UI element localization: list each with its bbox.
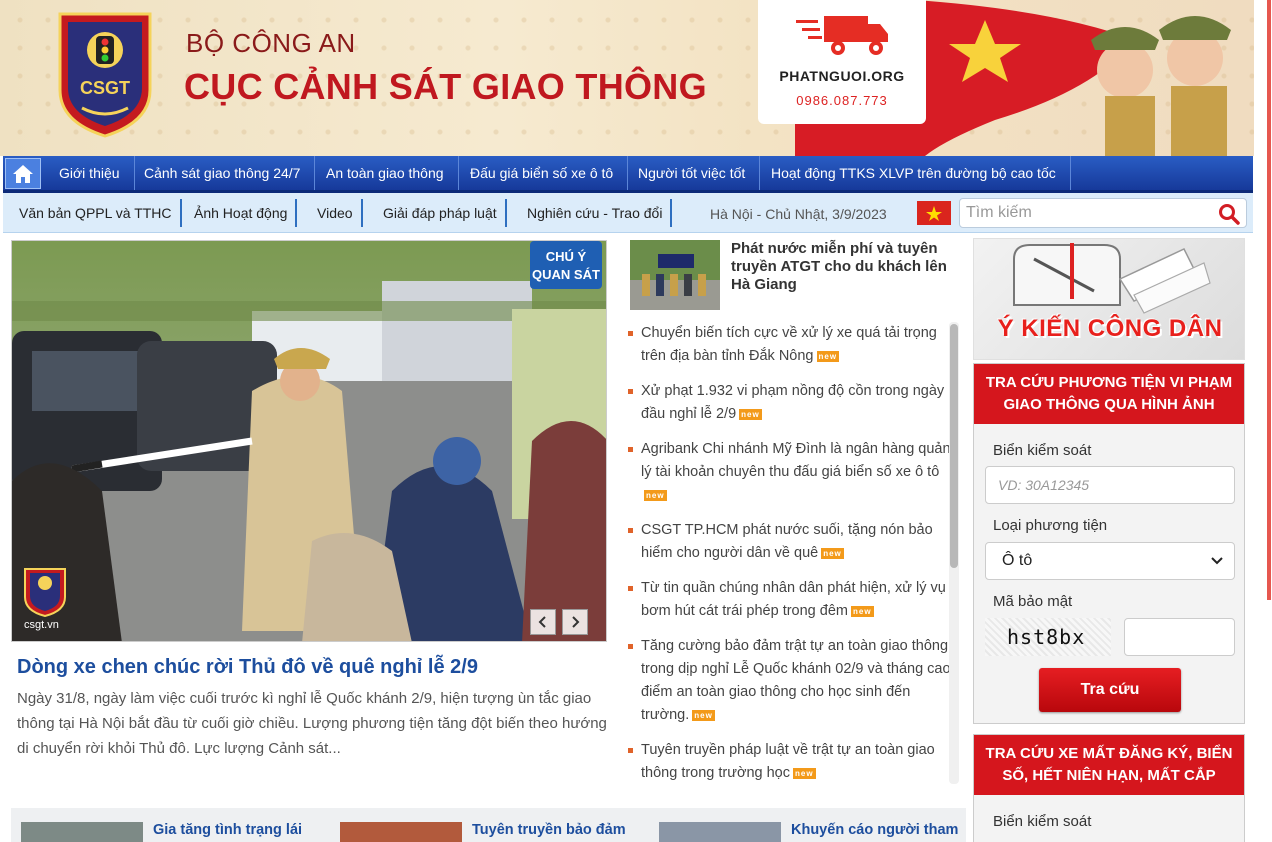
vehicle-type-select[interactable]: Ô tô	[985, 542, 1235, 580]
nav-nguoi-tot-viec-tot[interactable]: Người tốt việc tốt	[624, 156, 761, 190]
vehicle-type-label: Loại phương tiện	[993, 517, 1108, 534]
sign-text-line-2: QUAN SÁT	[532, 267, 600, 282]
news-list-scrollbar[interactable]	[949, 322, 959, 784]
nav-giai-dap-phap-luat[interactable]: Giải đáp pháp luật	[375, 199, 507, 227]
news-item[interactable]: Tuyên truyền pháp luật về trật tự an toà…	[628, 739, 960, 785]
lost-vehicle-lookup-heading: TRA CỨU XE MẤT ĐĂNG KÝ, BIỂN SỐ, HẾT NIÊ…	[974, 735, 1244, 795]
svg-text:CSGT: CSGT	[80, 78, 130, 98]
new-badge: new	[692, 709, 715, 721]
news-item[interactable]: Từ tin quần chúng nhân dân phát hiện, xử…	[628, 577, 960, 623]
org-parent-name: BỘ CÔNG AN	[186, 28, 356, 58]
captcha-image: hst8bx	[985, 618, 1111, 656]
new-badge: new	[821, 547, 844, 559]
citizen-opinion-banner[interactable]: Ý KIẾN CÔNG DÂN	[973, 238, 1245, 360]
plate-label: Biển kiểm soát	[993, 442, 1092, 459]
feature-title-link[interactable]: Dòng xe chen chúc rời Thủ đô về quê nghỉ…	[17, 656, 478, 679]
feature-summary: Ngày 31/8, ngày làm việc cuối trước kì n…	[17, 690, 607, 757]
nav-gioi-thieu[interactable]: Giới thiệu	[45, 156, 135, 190]
ad-brand-name: PHATNGUOI.ORG	[779, 68, 905, 84]
new-badge: new	[644, 489, 667, 501]
sign-text-line-1: CHÚ Ý	[546, 249, 587, 264]
related-thumbnail[interactable]	[659, 822, 781, 842]
search-box	[959, 198, 1247, 228]
lost-vehicle-lookup-panel: TRA CỨU XE MẤT ĐĂNG KÝ, BIỂN SỐ, HẾT NIÊ…	[973, 734, 1245, 842]
nav-van-ban[interactable]: Văn bản QPPL và TTHC	[11, 199, 182, 227]
related-thumbnail[interactable]	[21, 822, 143, 842]
nav-video[interactable]: Video	[309, 199, 363, 227]
page: CSGT BỘ CÔNG AN CỤC CẢNH SÁT GIAO THÔNG	[0, 0, 1272, 842]
captcha-label: Mã bảo mật	[993, 593, 1073, 610]
current-date: Hà Nội - Chủ Nhật, 3/9/2023	[710, 206, 887, 222]
related-news-strip: Gia tăng tình trạng lái Tuyên truyền bảo…	[11, 808, 966, 842]
related-title[interactable]: Gia tăng tình trạng lái	[153, 822, 302, 838]
news-item[interactable]: Chuyển biến tích cực về xử lý xe quá tải…	[628, 322, 960, 368]
related-title[interactable]: Tuyên truyền bảo đảm	[472, 822, 626, 838]
citizen-opinion-text: Ý KIẾN CÔNG DÂN	[997, 315, 1223, 342]
new-badge: new	[739, 408, 762, 420]
news-list-scrollbar-thumb[interactable]	[950, 324, 958, 568]
violation-lookup-panel: TRA CỨU PHƯƠNG TIỆN VI PHẠM GIAO THÔNG Q…	[973, 363, 1245, 724]
header-banner: CSGT BỘ CÔNG AN CỤC CẢNH SÁT GIAO THÔNG	[0, 0, 1254, 156]
chevron-down-icon	[1211, 557, 1223, 565]
top-news-title-link[interactable]: Phát nước miễn phí và tuyên truyền ATGT …	[731, 240, 959, 294]
news-item[interactable]: Xử phạt 1.932 vi phạm nồng độ cồn trong …	[628, 380, 960, 426]
nav-csgt-247[interactable]: Cảnh sát giao thông 24/7	[130, 156, 316, 190]
lost-plate-label: Biển kiểm soát	[993, 813, 1092, 830]
truck-icon	[796, 16, 888, 55]
slider-next-button[interactable]	[562, 609, 588, 635]
home-button[interactable]	[5, 158, 41, 189]
new-badge: new	[793, 767, 816, 779]
primary-nav: Giới thiệu Cảnh sát giao thông 24/7 An t…	[3, 156, 1253, 193]
nav-an-toan-giao-thong[interactable]: An toàn giao thông	[312, 156, 459, 190]
new-badge: new	[850, 605, 874, 617]
related-title[interactable]: Khuyến cáo người tham	[791, 822, 958, 838]
home-icon	[13, 164, 33, 183]
new-badge: new	[816, 350, 840, 362]
nav-hoat-dong-ttks[interactable]: Hoạt động TTKS XLVP trên đường bộ cao tố…	[757, 156, 1071, 190]
secondary-nav: Văn bản QPPL và TTHC Ảnh Hoạt động Video…	[3, 193, 1253, 233]
page-scrollbar[interactable]	[1254, 0, 1272, 842]
csgt-watermark-icon	[24, 568, 66, 617]
related-thumbnail[interactable]	[340, 822, 462, 842]
csgt-logo[interactable]: CSGT	[52, 10, 158, 138]
ad-phatnguoi[interactable]: PHATNGUOI.ORG 0986.087.773	[758, 0, 926, 124]
violation-lookup-heading: TRA CỨU PHƯƠNG TIỆN VI PHẠM GIAO THÔNG Q…	[974, 364, 1244, 424]
slider-prev-button[interactable]	[530, 609, 556, 635]
news-item[interactable]: Tăng cường bảo đảm trật tự an toàn giao …	[628, 635, 960, 727]
search-icon[interactable]	[1218, 203, 1240, 225]
nav-nghien-cuu[interactable]: Nghiên cứu - Trao đổi	[519, 199, 673, 227]
feature-image[interactable]: CHÚ Ý QUAN SÁT csgt.vn	[11, 240, 607, 642]
news-item[interactable]: CSGT TP.HCM phát nước suối, tặng nón bảo…	[628, 519, 960, 565]
news-item[interactable]: Agribank Chi nhánh Mỹ Đình là ngân hàng …	[628, 438, 960, 507]
lookup-submit-button[interactable]: Tra cứu	[1039, 668, 1181, 712]
ad-phone-number: 0986.087.773	[796, 93, 888, 108]
news-list: Chuyển biến tích cực về xử lý xe quá tải…	[628, 322, 960, 797]
org-name: CỤC CẢNH SÁT GIAO THÔNG	[184, 66, 707, 107]
captcha-input[interactable]	[1124, 618, 1235, 656]
search-input[interactable]	[960, 199, 1200, 227]
watermark-text: csgt.vn	[24, 619, 59, 631]
chevron-left-icon	[538, 616, 546, 628]
nav-dau-gia-bien-so[interactable]: Đấu giá biển số xe ô tô	[456, 156, 629, 190]
plate-input[interactable]	[985, 466, 1235, 504]
chevron-right-icon	[572, 616, 580, 628]
vietnam-flag-icon	[917, 201, 951, 225]
top-news-thumbnail[interactable]	[630, 240, 720, 310]
nav-anh-hoat-dong[interactable]: Ảnh Hoạt động	[186, 199, 298, 227]
vehicle-type-value: Ô tô	[1002, 552, 1033, 569]
page-scrollbar-thumb[interactable]	[1267, 0, 1271, 600]
